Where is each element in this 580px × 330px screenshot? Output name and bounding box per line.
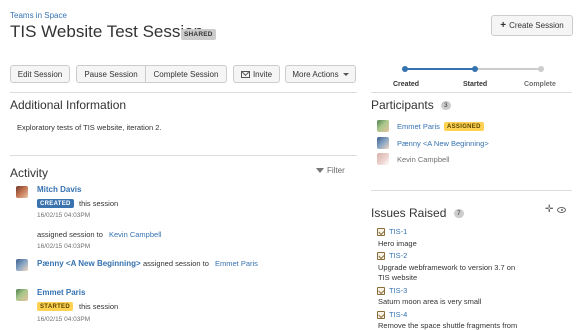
activity-user-link[interactable]: Emmet Paris xyxy=(37,288,85,297)
tracker-step-complete: Complete xyxy=(524,81,556,88)
envelope-icon xyxy=(240,70,250,78)
divider xyxy=(371,92,572,93)
pause-session-button[interactable]: Pause Session xyxy=(76,65,146,83)
created-lozenge: CREATED xyxy=(37,199,74,208)
complete-session-button[interactable]: Complete Session xyxy=(145,65,227,83)
invite-label: Invite xyxy=(252,69,273,79)
chevron-down-icon xyxy=(342,72,349,76)
shared-status-badge: SHARED xyxy=(181,29,216,40)
additional-information-heading: Additional Information xyxy=(10,98,127,112)
tracker-step-created: Created xyxy=(393,81,420,88)
issue-type-icon xyxy=(377,228,385,236)
assigned-lozenge: ASSIGNED xyxy=(444,122,484,131)
breadcrumb-project-link[interactable]: Teams in Space xyxy=(10,11,67,20)
participants-heading: Participants xyxy=(371,98,434,112)
issue-summary: Upgrade webframework to version 3.7 on xyxy=(378,263,516,272)
issues-toolbar: ✛ xyxy=(545,205,567,215)
tracker-step-started: Started xyxy=(463,81,488,88)
activity-heading: Activity xyxy=(10,166,49,180)
issue-type-icon xyxy=(377,311,385,319)
participant-name: Kevin Campbell xyxy=(397,155,450,164)
tracker-step-dot-started xyxy=(472,66,478,72)
issue-key-link[interactable]: TIS-3 xyxy=(389,286,407,295)
activity-text: assigned session to xyxy=(143,259,209,268)
issue-key-link[interactable]: TIS-1 xyxy=(389,227,407,236)
activity-user-link[interactable]: Mitch Davis xyxy=(37,185,81,194)
more-actions-label: More Actions xyxy=(292,69,339,79)
divider xyxy=(371,190,572,191)
tracker-step-dot-created xyxy=(402,66,408,72)
issue-key-link[interactable]: TIS-4 xyxy=(389,310,407,319)
avatar-mitch-davis[interactable] xyxy=(16,186,28,198)
issues-count-badge: 7 xyxy=(454,209,464,218)
edit-session-button[interactable]: Edit Session xyxy=(10,65,70,83)
avatar-emmet-paris[interactable] xyxy=(377,120,389,132)
eye-icon[interactable] xyxy=(557,207,567,213)
activity-text: assigned session to xyxy=(37,230,103,239)
participant-link[interactable]: Pænny <A New Beginning> xyxy=(397,139,489,148)
activity-target-link[interactable]: Kevin Campbell xyxy=(109,230,162,239)
create-session-label: Create Session xyxy=(509,21,564,30)
tracker-progress-line xyxy=(405,68,475,70)
participant-link[interactable]: Emmet Paris xyxy=(397,122,440,131)
activity-target-link[interactable]: Emmet Paris xyxy=(215,259,258,268)
divider xyxy=(10,92,357,93)
invite-button[interactable]: Invite xyxy=(233,65,280,83)
issue-summary: Remove the space shuttle fragments from xyxy=(378,321,518,330)
activity-timestamp: 16/02/15 04:03PM xyxy=(37,212,91,219)
session-description: Exploratory tests of TIS website, iterat… xyxy=(17,123,162,132)
activity-text: this session xyxy=(79,302,119,311)
activity-text: this session xyxy=(79,199,119,208)
avatar-emmet-paris[interactable] xyxy=(16,289,28,301)
issue-summary: Saturn moon area is very small xyxy=(378,297,482,306)
filter-button[interactable]: Filter xyxy=(316,166,345,175)
activity-timestamp: 16/02/15 04:03PM xyxy=(37,316,91,323)
avatar-kevin-campbell[interactable] xyxy=(377,153,389,165)
create-session-button[interactable]: + Create Session xyxy=(491,15,573,36)
divider xyxy=(10,155,357,156)
issue-key-link[interactable]: TIS-2 xyxy=(389,251,407,260)
activity-timestamp: 16/02/15 04:03PM xyxy=(37,243,91,250)
started-lozenge: STARTED xyxy=(37,302,73,311)
filter-label: Filter xyxy=(327,166,345,175)
plus-icon: + xyxy=(500,19,507,31)
more-actions-dropdown[interactable]: More Actions xyxy=(285,65,356,83)
avatar-paenny[interactable] xyxy=(16,259,28,271)
tracker-remaining-line xyxy=(475,68,541,70)
issue-type-icon xyxy=(377,287,385,295)
add-issue-icon[interactable]: ✛ xyxy=(545,205,553,215)
tracker-step-dot-complete xyxy=(538,66,544,72)
issues-raised-heading: Issues Raised xyxy=(371,206,447,220)
avatar-paenny[interactable] xyxy=(377,137,389,149)
activity-user-link[interactable]: Pænny <A New Beginning> xyxy=(37,259,141,268)
participants-count-badge: 3 xyxy=(441,101,451,110)
issue-summary: Hero image xyxy=(378,239,417,248)
issue-summary-continued: TIS website xyxy=(378,273,418,282)
filter-funnel-icon xyxy=(316,168,324,173)
page-title: TIS Website Test Session xyxy=(10,22,204,41)
issue-type-icon xyxy=(377,252,385,260)
